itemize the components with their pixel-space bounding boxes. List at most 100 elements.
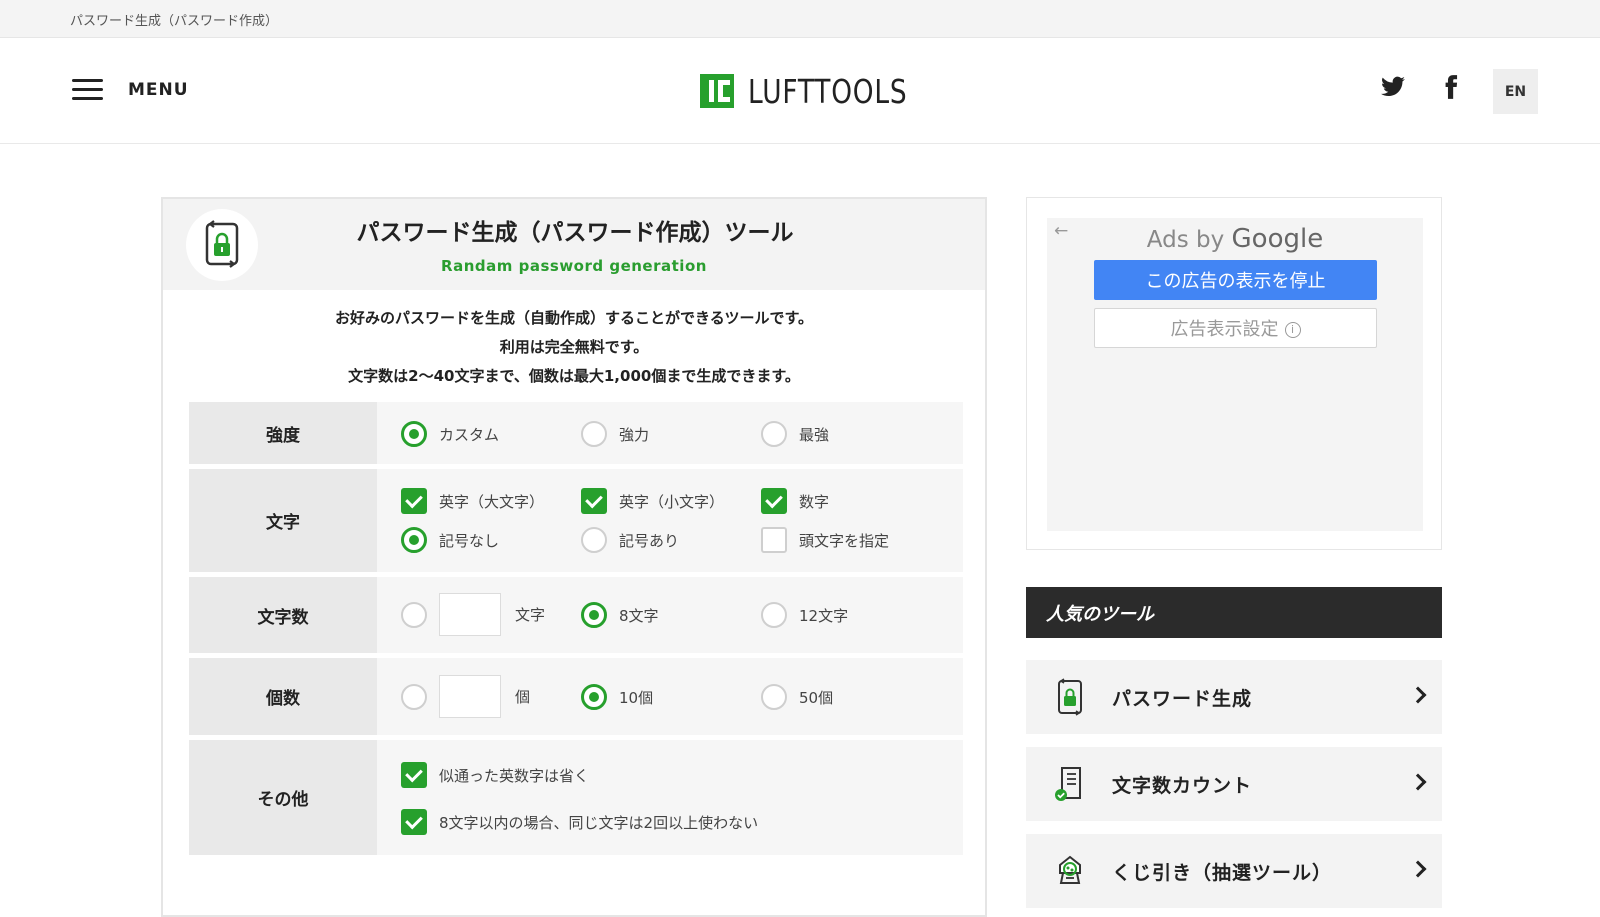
other-option-skip-similar[interactable]: 似通った英数字は省く [401,762,589,788]
popular-item-char-count[interactable]: 文字数カウント [1026,747,1442,821]
description-line: 利用は完全無料です。 [499,338,649,356]
chars-label: 文字 [189,469,377,572]
checkbox[interactable] [401,809,427,835]
breadcrumb: パスワード生成（パスワード作成） [70,14,279,29]
radio-button[interactable] [581,684,607,710]
chars-row: 文字 英字（大文字） 英字（小文字） 数字 記号なし 記号あり 頭文字を指定 [189,469,963,572]
length-row: 文字数 文字 8文字 12文字 [189,577,963,653]
logo-text: LUFTTOOLS [748,71,908,111]
ad-settings-button[interactable]: 広告表示設定 i [1094,308,1377,348]
length-custom-input[interactable] [439,593,501,636]
option-label: 英字（小文字） [619,492,725,511]
breadcrumb-bar: パスワード生成（パスワード作成） [0,0,1600,38]
option-label: 頭文字を指定 [799,531,890,550]
checkbox[interactable] [761,527,787,553]
radio-button[interactable] [401,683,427,710]
strength-label: 強度 [189,402,377,464]
radio-button[interactable] [581,421,607,447]
radio-button[interactable] [761,684,787,710]
count-unit-label: 個 [515,688,531,706]
lock-icon [1058,678,1082,716]
radio-button[interactable] [761,421,787,447]
option-label: 記号あり [619,531,680,550]
count-row: 個数 個 10個 50個 [189,658,963,735]
length-option-custom[interactable]: 文字 [401,593,545,636]
option-label: 10個 [619,688,654,707]
popular-item-label: くじ引き（抽選ツール） [1112,862,1333,884]
popular-item-label: パスワード生成 [1112,688,1253,710]
strength-row: 強度 カスタム 強力 最強 [189,402,963,464]
checkbox[interactable] [401,488,427,514]
google-wordmark: Google [1231,224,1324,254]
option-label: 8文字 [619,606,659,625]
popular-tools-title: 人気のツール [1046,604,1154,625]
radio-button[interactable] [581,602,607,628]
site-logo[interactable]: LUFTTOOLS [700,71,947,111]
strength-option-custom[interactable]: カスタム [401,421,499,447]
chars-option-digits[interactable]: 数字 [761,488,829,514]
count-option-custom[interactable]: 個 [401,675,530,718]
menu-icon[interactable] [72,79,103,101]
count-label: 個数 [189,658,377,735]
option-label: カスタム [439,425,500,444]
ads-by-google: Ads by Google [1047,224,1423,254]
option-label: 8文字以内の場合、同じ文字は2回以上使わない [439,813,759,832]
other-row: その他 似通った英数字は省く 8文字以内の場合、同じ文字は2回以上使わない [189,740,963,855]
radio-button[interactable] [401,527,427,553]
chars-option-initial[interactable]: 頭文字を指定 [761,527,889,553]
length-unit-label: 文字 [515,606,546,624]
tool-title: パスワード生成（パスワード作成）ツール [356,220,794,246]
option-label: 記号なし [439,531,500,550]
checkbox[interactable] [761,488,787,514]
description-line: お好みのパスワードを生成（自動作成）することができるツールです。 [335,309,813,327]
option-label: 12文字 [799,606,849,625]
option-label: 英字（大文字） [439,492,545,511]
length-label: 文字数 [189,577,377,653]
site-header: MENU LUFTTOOLS EN [0,38,1600,144]
option-label: 似通った英数字は省く [439,766,590,785]
lottery-machine-icon [1059,855,1081,884]
option-label: 50個 [799,688,834,707]
ad-settings-label: 広告表示設定 [1170,319,1279,340]
popular-item-label: 文字数カウント [1112,775,1253,797]
twitter-icon[interactable] [1380,74,1410,104]
chevron-right-icon [1409,860,1427,878]
chars-option-no-symbols[interactable]: 記号なし [401,527,499,553]
menu-label[interactable]: MENU [128,80,189,100]
popular-item-password[interactable]: パスワード生成 [1026,660,1442,734]
document-check-icon [1055,767,1081,801]
ad-block: ← Ads by Google この広告の表示を停止 広告表示設定 i [1026,197,1442,550]
option-label: 最強 [799,425,830,444]
length-option-8[interactable]: 8文字 [581,602,659,628]
facebook-icon[interactable] [1438,74,1468,104]
option-label: 強力 [619,425,650,444]
info-icon: i [1284,322,1301,338]
checkbox[interactable] [401,762,427,788]
ad-panel: ← Ads by Google この広告の表示を停止 広告表示設定 i [1047,218,1423,531]
other-option-no-repeat[interactable]: 8文字以内の場合、同じ文字は2回以上使わない [401,809,758,835]
count-custom-input[interactable] [439,675,501,718]
radio-button[interactable] [401,601,427,628]
chars-option-uppercase[interactable]: 英字（大文字） [401,488,544,514]
option-label: 数字 [799,492,830,511]
chars-option-with-symbols[interactable]: 記号あり [581,527,679,553]
description-line: 文字数は2〜40文字まで、個数は最大1,000個まで生成できます。 [348,367,800,385]
tool-card-header: パスワード生成（パスワード作成）ツール Randam password gene… [163,199,985,290]
strength-option-strongest[interactable]: 最強 [761,421,829,447]
radio-button[interactable] [761,602,787,628]
count-option-50[interactable]: 50個 [761,684,833,710]
chars-option-lowercase[interactable]: 英字（小文字） [581,488,724,514]
length-option-12[interactable]: 12文字 [761,602,848,628]
radio-button[interactable] [401,421,427,447]
password-tool-card: パスワード生成（パスワード作成）ツール Randam password gene… [161,197,987,917]
checkbox[interactable] [581,488,607,514]
popular-item-lottery[interactable]: くじ引き（抽選ツール） [1026,834,1442,908]
strength-option-strong[interactable]: 強力 [581,421,649,447]
stop-ad-button[interactable]: この広告の表示を停止 [1094,260,1377,300]
radio-button[interactable] [581,527,607,553]
popular-tools-heading: 人気のツール [1026,587,1442,638]
count-option-10[interactable]: 10個 [581,684,653,710]
other-label: その他 [189,740,377,855]
language-en-button[interactable]: EN [1493,69,1538,114]
chevron-right-icon [1409,773,1427,791]
